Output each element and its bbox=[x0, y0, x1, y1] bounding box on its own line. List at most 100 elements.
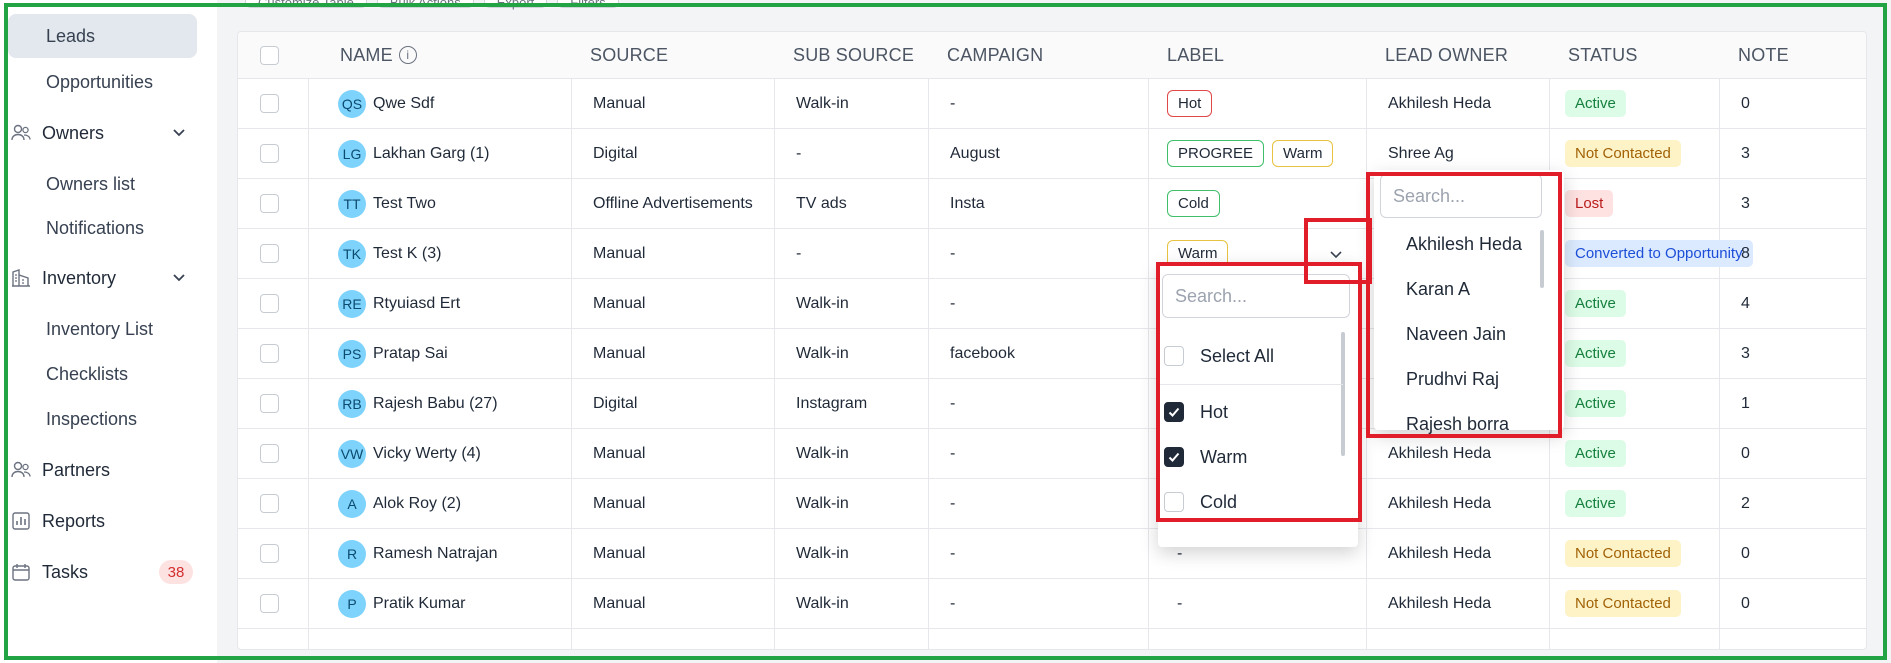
table-row[interactable]: A Alok Roy (2) Manual Walk-in - Akhilesh Heda… bbox=[238, 479, 1866, 529]
lead-name-cell[interactable]: R Ramesh Natrajan bbox=[338, 529, 498, 578]
status-cell[interactable]: Not Contacted bbox=[1565, 529, 1681, 578]
sidebar-item-tasks[interactable]: Tasks 38 bbox=[8, 550, 197, 594]
owner-option-karan-a[interactable]: Karan A bbox=[1406, 269, 1470, 309]
table-row[interactable]: RB Rajesh Babu (27) Digital Instagram - Activ… bbox=[238, 379, 1866, 429]
notes-cell: 8 bbox=[1741, 229, 1750, 278]
table-row[interactable]: LG Lakhan Garg (1) Digital - August PROGREE Wa… bbox=[238, 129, 1866, 179]
lead-owner-cell[interactable]: Akhilesh Heda bbox=[1388, 479, 1491, 528]
row-checkbox[interactable] bbox=[260, 494, 279, 513]
lead-name-cell[interactable]: A Alok Roy (2) bbox=[338, 479, 461, 528]
status-cell[interactable]: Not Contacted bbox=[1565, 129, 1681, 178]
label-cell[interactable]: - bbox=[1167, 579, 1182, 628]
lead-name-cell[interactable]: RE Rtyuiasd Ert bbox=[338, 279, 460, 328]
owner-option-prudhvi-raj[interactable]: Prudhvi Raj bbox=[1406, 359, 1499, 399]
lead-name-cell[interactable]: RB Rajesh Babu (27) bbox=[338, 379, 498, 428]
checked-checkbox[interactable] bbox=[1164, 447, 1184, 467]
sidebar-item-owners-list[interactable]: Owners list bbox=[8, 162, 197, 206]
label-option-select-all[interactable]: Select All bbox=[1164, 336, 1274, 376]
lead-name-cell[interactable]: PS Pratap Sai bbox=[338, 329, 448, 378]
column-header-status[interactable]: STATUS bbox=[1568, 32, 1638, 78]
column-header-note[interactable]: NOTE bbox=[1738, 32, 1789, 78]
owner-option-rajesh-borra[interactable]: Rajesh borra bbox=[1406, 404, 1509, 444]
label-cell[interactable]: Cold bbox=[1167, 179, 1228, 228]
lead-owner-cell[interactable]: Akhilesh Heda bbox=[1388, 579, 1491, 628]
lead-owner-cell[interactable]: Akhilesh Heda bbox=[1388, 79, 1491, 128]
status-cell[interactable]: Active bbox=[1565, 279, 1626, 328]
sidebar-item-leads[interactable]: Leads bbox=[8, 14, 197, 58]
row-checkbox[interactable] bbox=[260, 444, 279, 463]
table-row[interactable]: R Ramesh Natrajan Manual Walk-in - - Akhilesh … bbox=[238, 529, 1866, 579]
sidebar-item-inventory[interactable]: Inventory bbox=[8, 256, 197, 300]
label-option-warm[interactable]: Warm bbox=[1164, 437, 1247, 477]
label-search-input[interactable]: Search... bbox=[1162, 274, 1350, 318]
label-dropdown-scrollbar[interactable] bbox=[1341, 332, 1345, 456]
sidebar-item-opportunities[interactable]: Opportunities bbox=[8, 60, 197, 104]
customize-table-button[interactable]: Customize Table bbox=[245, 0, 367, 10]
sidebar-item-owners[interactable]: Owners bbox=[8, 111, 197, 155]
checkbox[interactable] bbox=[1164, 346, 1184, 366]
column-header-name[interactable]: NAME i bbox=[340, 32, 417, 78]
lead-name-cell[interactable]: P Pratik Kumar bbox=[338, 579, 465, 628]
column-header-sub-source[interactable]: SUB SOURCE bbox=[793, 32, 914, 78]
status-cell[interactable]: Active bbox=[1565, 379, 1626, 428]
row-checkbox[interactable] bbox=[260, 294, 279, 313]
sidebar-item-notifications[interactable]: Notifications bbox=[8, 206, 197, 250]
checkbox[interactable] bbox=[1164, 492, 1184, 512]
row-checkbox[interactable] bbox=[260, 194, 279, 213]
sidebar-item-reports[interactable]: Reports bbox=[8, 499, 197, 543]
row-checkbox[interactable] bbox=[260, 344, 279, 363]
table-row[interactable]: TK Test K (3) Manual - - Warm Converted to Opp… bbox=[238, 229, 1866, 279]
label-option-cold[interactable]: Cold bbox=[1164, 482, 1237, 522]
lead-name-cell[interactable]: QS Qwe Sdf bbox=[338, 79, 434, 128]
row-checkbox[interactable] bbox=[260, 244, 279, 263]
checked-checkbox[interactable] bbox=[1164, 402, 1184, 422]
column-header-source[interactable]: SOURCE bbox=[590, 32, 668, 78]
owner-dropdown-scrollbar[interactable] bbox=[1540, 230, 1544, 288]
row-checkbox[interactable] bbox=[260, 144, 279, 163]
status-cell[interactable]: Converted to Opportunity bbox=[1565, 229, 1753, 278]
lead-name-cell[interactable]: VW Vicky Werty (4) bbox=[338, 429, 481, 478]
owner-search-input[interactable]: Search... bbox=[1380, 174, 1542, 218]
lead-name-cell[interactable]: LG Lakhan Garg (1) bbox=[338, 129, 490, 178]
chevron-down-icon[interactable] bbox=[171, 269, 187, 285]
lead-name-cell[interactable]: TK Test K (3) bbox=[338, 229, 441, 278]
status-cell[interactable]: Lost bbox=[1565, 179, 1614, 228]
avatar: RB bbox=[338, 389, 366, 418]
table-row[interactable]: VW Vicky Werty (4) Manual Walk-in - Akhilesh … bbox=[238, 429, 1866, 479]
row-checkbox[interactable] bbox=[260, 394, 279, 413]
column-header-label[interactable]: LABEL bbox=[1167, 32, 1224, 78]
table-row[interactable]: PS Pratap Sai Manual Walk-in facebook Active 3 bbox=[238, 329, 1866, 379]
row-checkbox[interactable] bbox=[260, 594, 279, 613]
owner-option-naveen-jain[interactable]: Naveen Jain bbox=[1406, 314, 1506, 354]
status-cell[interactable]: Active bbox=[1565, 329, 1626, 378]
status-cell[interactable]: Active bbox=[1565, 79, 1626, 128]
lead-owner-cell[interactable]: Akhilesh Heda bbox=[1388, 529, 1491, 578]
table-row[interactable]: QS Qwe Sdf Manual Walk-in - Hot Akhilesh Heda A… bbox=[238, 79, 1866, 129]
bulk-actions-button[interactable]: Bulk Actions bbox=[376, 0, 474, 10]
sidebar-item-inventory-list[interactable]: Inventory List bbox=[8, 307, 197, 351]
label-cell[interactable]: Hot bbox=[1167, 79, 1220, 128]
sidebar-item-checklists[interactable]: Checklists bbox=[8, 352, 197, 396]
label-dropdown-toggle[interactable] bbox=[1322, 240, 1350, 268]
info-icon[interactable]: i bbox=[398, 46, 417, 64]
table-row[interactable]: P Pratik Kumar Manual Walk-in - - Akhilesh Hed… bbox=[238, 579, 1866, 629]
owner-option-akhilesh-heda[interactable]: Akhilesh Heda bbox=[1406, 224, 1522, 264]
status-cell[interactable]: Active bbox=[1565, 479, 1626, 528]
row-checkbox[interactable] bbox=[260, 544, 279, 563]
status-cell[interactable]: Active bbox=[1565, 429, 1626, 478]
export-button[interactable]: Export bbox=[483, 0, 548, 10]
table-row[interactable]: RE Rtyuiasd Ert Manual Walk-in - Active 4 bbox=[238, 279, 1866, 329]
status-cell[interactable]: Not Contacted bbox=[1565, 579, 1681, 628]
column-header-campaign[interactable]: CAMPAIGN bbox=[947, 32, 1043, 78]
sidebar-item-partners[interactable]: Partners bbox=[8, 448, 197, 492]
filters-button[interactable]: Filters bbox=[557, 0, 619, 10]
select-all-checkbox[interactable] bbox=[260, 45, 279, 65]
column-header-lead-owner[interactable]: LEAD OWNER bbox=[1385, 32, 1508, 78]
sidebar-item-inspections[interactable]: Inspections bbox=[8, 397, 197, 441]
label-cell[interactable]: PROGREE Warm bbox=[1167, 129, 1341, 178]
table-row[interactable]: TT Test Two Offline Advertisements TV ads In… bbox=[238, 179, 1866, 229]
chevron-down-icon[interactable] bbox=[171, 124, 187, 140]
row-checkbox[interactable] bbox=[260, 94, 279, 113]
lead-name-cell[interactable]: TT Test Two bbox=[338, 179, 436, 228]
label-option-hot[interactable]: Hot bbox=[1164, 392, 1228, 432]
